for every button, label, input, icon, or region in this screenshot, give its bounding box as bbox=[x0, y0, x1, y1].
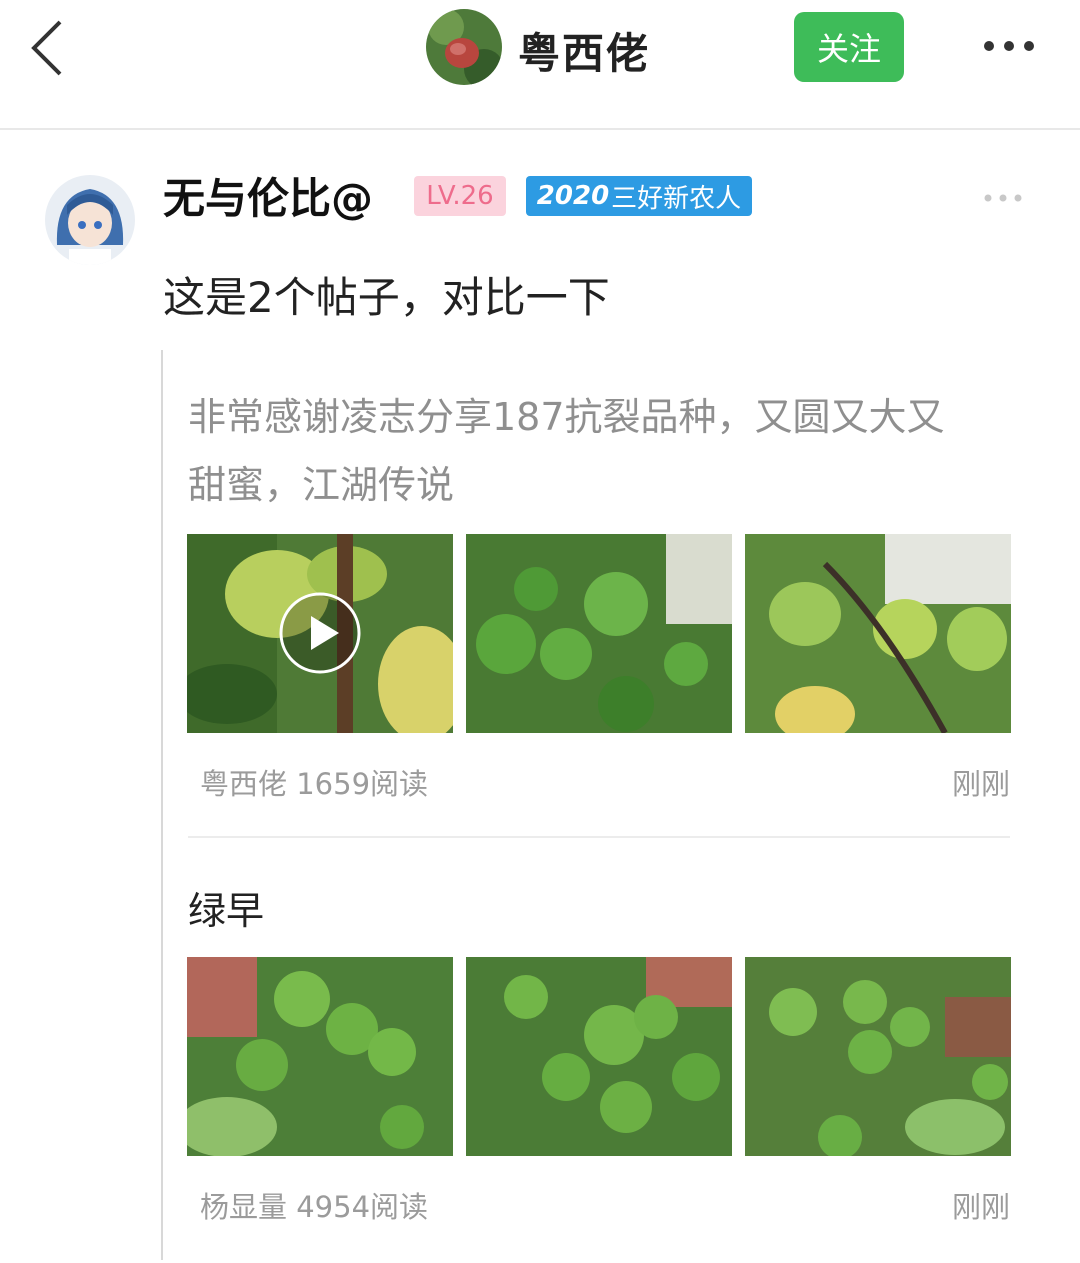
title-badge-year: 2020 bbox=[536, 181, 610, 211]
post-content: 这是2个帖子，对比一下 bbox=[163, 273, 610, 322]
post-photo-video[interactable] bbox=[187, 534, 453, 733]
shared-post-text[interactable]: 非常感谢凌志分享187抗裂品种，又圆又大又甜蜜，江湖传说 bbox=[188, 383, 968, 519]
title-badge: 2020 三好新农人 bbox=[526, 176, 752, 216]
quote-bar bbox=[161, 350, 163, 1260]
more-options-icon[interactable] bbox=[983, 36, 1035, 56]
post-photo[interactable] bbox=[745, 534, 1011, 733]
post-meta-author-reads: 粤西佬 1659阅读 bbox=[200, 767, 429, 801]
follow-button[interactable]: 关注 bbox=[794, 12, 904, 82]
back-arrow-icon[interactable] bbox=[28, 18, 68, 78]
shared-post-text[interactable]: 绿早 bbox=[188, 880, 264, 935]
play-icon[interactable] bbox=[278, 591, 362, 675]
author-avatar[interactable] bbox=[426, 9, 502, 85]
post-meta-author-reads: 杨显量 4954阅读 bbox=[200, 1190, 429, 1224]
divider bbox=[188, 836, 1010, 838]
top-bar: 粤西佬 关注 bbox=[0, 0, 1080, 130]
post-photo[interactable] bbox=[466, 957, 732, 1156]
post-photo[interactable] bbox=[187, 957, 453, 1156]
user-avatar[interactable] bbox=[45, 175, 135, 265]
post-meta-time: 刚刚 bbox=[951, 767, 1010, 801]
post-more-icon[interactable] bbox=[983, 193, 1023, 203]
page-title: 粤西佬 bbox=[518, 29, 651, 78]
post-meta-time: 刚刚 bbox=[951, 1190, 1010, 1224]
post-photo[interactable] bbox=[466, 534, 732, 733]
title-badge-text: 三好新农人 bbox=[611, 183, 742, 214]
level-badge: LV.26 bbox=[414, 176, 506, 216]
username[interactable]: 无与伦比@ bbox=[163, 165, 373, 226]
post-photo[interactable] bbox=[745, 957, 1011, 1156]
